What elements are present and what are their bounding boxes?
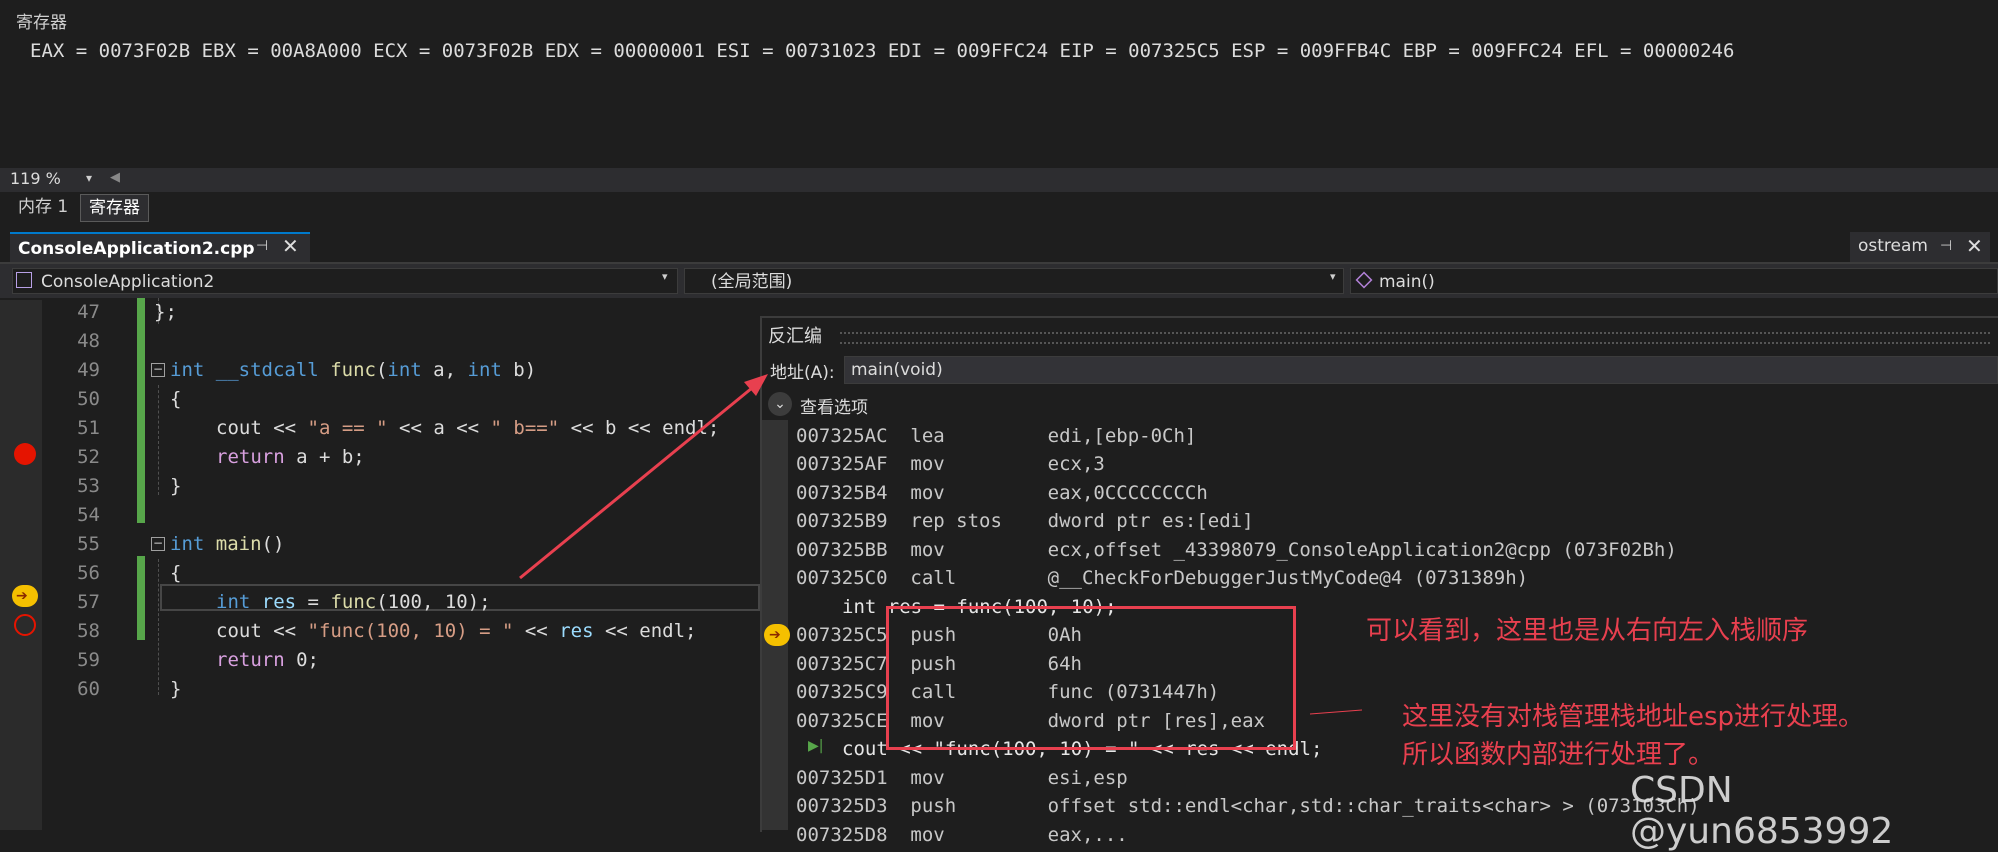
indent-guide bbox=[158, 385, 159, 495]
code-line-53: } bbox=[170, 475, 182, 497]
code-line-50: { bbox=[170, 388, 182, 410]
arrow-right-icon: ➔ bbox=[769, 627, 781, 643]
tab-registers[interactable]: 寄存器 bbox=[80, 194, 149, 222]
line-number: 56 bbox=[77, 562, 100, 584]
line-number: 59 bbox=[77, 649, 100, 671]
chevron-down-icon[interactable]: ▾ bbox=[1330, 270, 1336, 283]
watermark: CSDN @yun6853992 bbox=[1630, 770, 1894, 852]
registers-values: EAX = 0073F02B EBX = 00A8A000 ECX = 0073… bbox=[30, 40, 1735, 62]
annotation-text: 所以函数内部进行处理了。 bbox=[1402, 740, 1715, 770]
line-number: 51 bbox=[77, 417, 100, 439]
code-line-55: int main() bbox=[170, 533, 285, 555]
run-to-click-icon[interactable]: ▶| bbox=[808, 738, 823, 754]
chevron-down-icon[interactable]: ▾ bbox=[662, 270, 668, 283]
registers-title: 寄存器 bbox=[16, 13, 67, 33]
annotation-box bbox=[886, 606, 1296, 750]
zoom-value: 119 % bbox=[10, 169, 61, 188]
scope-name: (全局范围) bbox=[711, 272, 793, 292]
line-number: 55 bbox=[77, 533, 100, 555]
close-icon[interactable]: ✕ bbox=[1966, 234, 1983, 258]
title-grip[interactable] bbox=[840, 332, 1990, 344]
disasm-line: 007325AC lea edi,[ebp-0Ch] bbox=[796, 425, 1197, 447]
disasm-line: 007325AF mov ecx,3 bbox=[796, 453, 1105, 475]
function-name: main() bbox=[1379, 272, 1435, 292]
line-number: 60 bbox=[77, 678, 100, 700]
disassembly-title: 反汇编 bbox=[768, 326, 822, 347]
chevron-down-icon[interactable]: ⌄ bbox=[768, 392, 792, 416]
code-line-59: return 0; bbox=[216, 649, 319, 671]
line-number: 48 bbox=[77, 330, 100, 352]
annotation-text: 这里没有对栈管理栈地址esp进行处理。 bbox=[1402, 702, 1865, 732]
line-number: 57 bbox=[77, 591, 100, 613]
disasm-line: 007325D3 push offset std::endl<char,std:… bbox=[796, 795, 1700, 817]
close-icon[interactable]: ✕ bbox=[282, 234, 299, 258]
line-number: 49 bbox=[77, 359, 100, 381]
breakpoint-icon[interactable] bbox=[14, 443, 36, 465]
code-line-47: }; bbox=[154, 301, 177, 323]
disasm-line: 007325D1 mov esi,esp bbox=[796, 767, 1128, 789]
view-options-toggle[interactable]: 查看选项 bbox=[800, 393, 868, 418]
disasm-line: 007325B9 rep stos dword ptr es:[edi] bbox=[796, 510, 1254, 532]
glyph-margin[interactable] bbox=[0, 300, 42, 830]
line-number: 47 bbox=[77, 301, 100, 323]
disasm-line: 007325B4 mov eax,0CCCCCCCCh bbox=[796, 482, 1208, 504]
line-number: 54 bbox=[77, 504, 100, 526]
code-line-60: } bbox=[170, 678, 182, 700]
pin-icon[interactable]: ⊣ bbox=[1940, 238, 1952, 254]
address-input[interactable]: main(void) bbox=[844, 356, 1998, 384]
collapse-icon[interactable]: − bbox=[151, 363, 165, 377]
line-number: 52 bbox=[77, 446, 100, 468]
disasm-line: 007325BB mov ecx,offset _43398079_Consol… bbox=[796, 539, 1677, 561]
scope-dropdown[interactable]: (全局范围) bbox=[684, 268, 1344, 294]
tool-window-tabs bbox=[0, 192, 1998, 224]
registers-status-bar bbox=[0, 168, 1998, 192]
project-dropdown[interactable]: ConsoleApplication2 bbox=[12, 268, 678, 294]
registers-pane bbox=[0, 0, 1998, 166]
code-line-57: int res = func(100, 10); bbox=[216, 591, 491, 613]
line-number: 58 bbox=[77, 620, 100, 642]
line-number: 53 bbox=[77, 475, 100, 497]
address-label: 地址(A): bbox=[770, 363, 835, 383]
code-line-58: cout << "func(100, 10) = " << res << end… bbox=[216, 620, 697, 642]
collapse-icon[interactable]: − bbox=[151, 537, 165, 551]
ostream-tab-label: ostream bbox=[1858, 236, 1928, 256]
code-line-52: return a + b; bbox=[216, 446, 365, 468]
scroll-left-icon[interactable]: ◀ bbox=[110, 170, 120, 185]
tab-memory-1[interactable]: 内存 1 bbox=[10, 194, 76, 220]
project-name: ConsoleApplication2 bbox=[41, 272, 215, 292]
disasm-line: 007325D8 mov eax,... bbox=[796, 824, 1128, 846]
disasm-line: 007325C0 call @__CheckForDebuggerJustMyC… bbox=[796, 567, 1529, 589]
project-icon bbox=[16, 272, 32, 288]
line-number: 50 bbox=[77, 388, 100, 410]
function-dropdown[interactable]: main() bbox=[1350, 268, 1998, 294]
change-bar bbox=[137, 298, 145, 523]
code-line-51: cout << "a == " << a << " b==" << b << e… bbox=[216, 417, 720, 439]
arrow-right-icon: ➔ bbox=[16, 588, 28, 604]
annotation-text: 可以看到，这里也是从右向左入栈顺序 bbox=[1366, 616, 1809, 646]
code-line-49: int __stdcall func(int a, int b) bbox=[170, 359, 537, 381]
pin-icon[interactable]: ⊣ bbox=[256, 238, 268, 254]
change-bar bbox=[137, 556, 145, 640]
indent-guide bbox=[158, 559, 159, 695]
chevron-down-icon[interactable]: ▾ bbox=[86, 171, 92, 185]
doc-tab-label: ConsoleApplication2.cpp bbox=[18, 239, 255, 259]
disabled-breakpoint-icon[interactable] bbox=[14, 614, 36, 636]
